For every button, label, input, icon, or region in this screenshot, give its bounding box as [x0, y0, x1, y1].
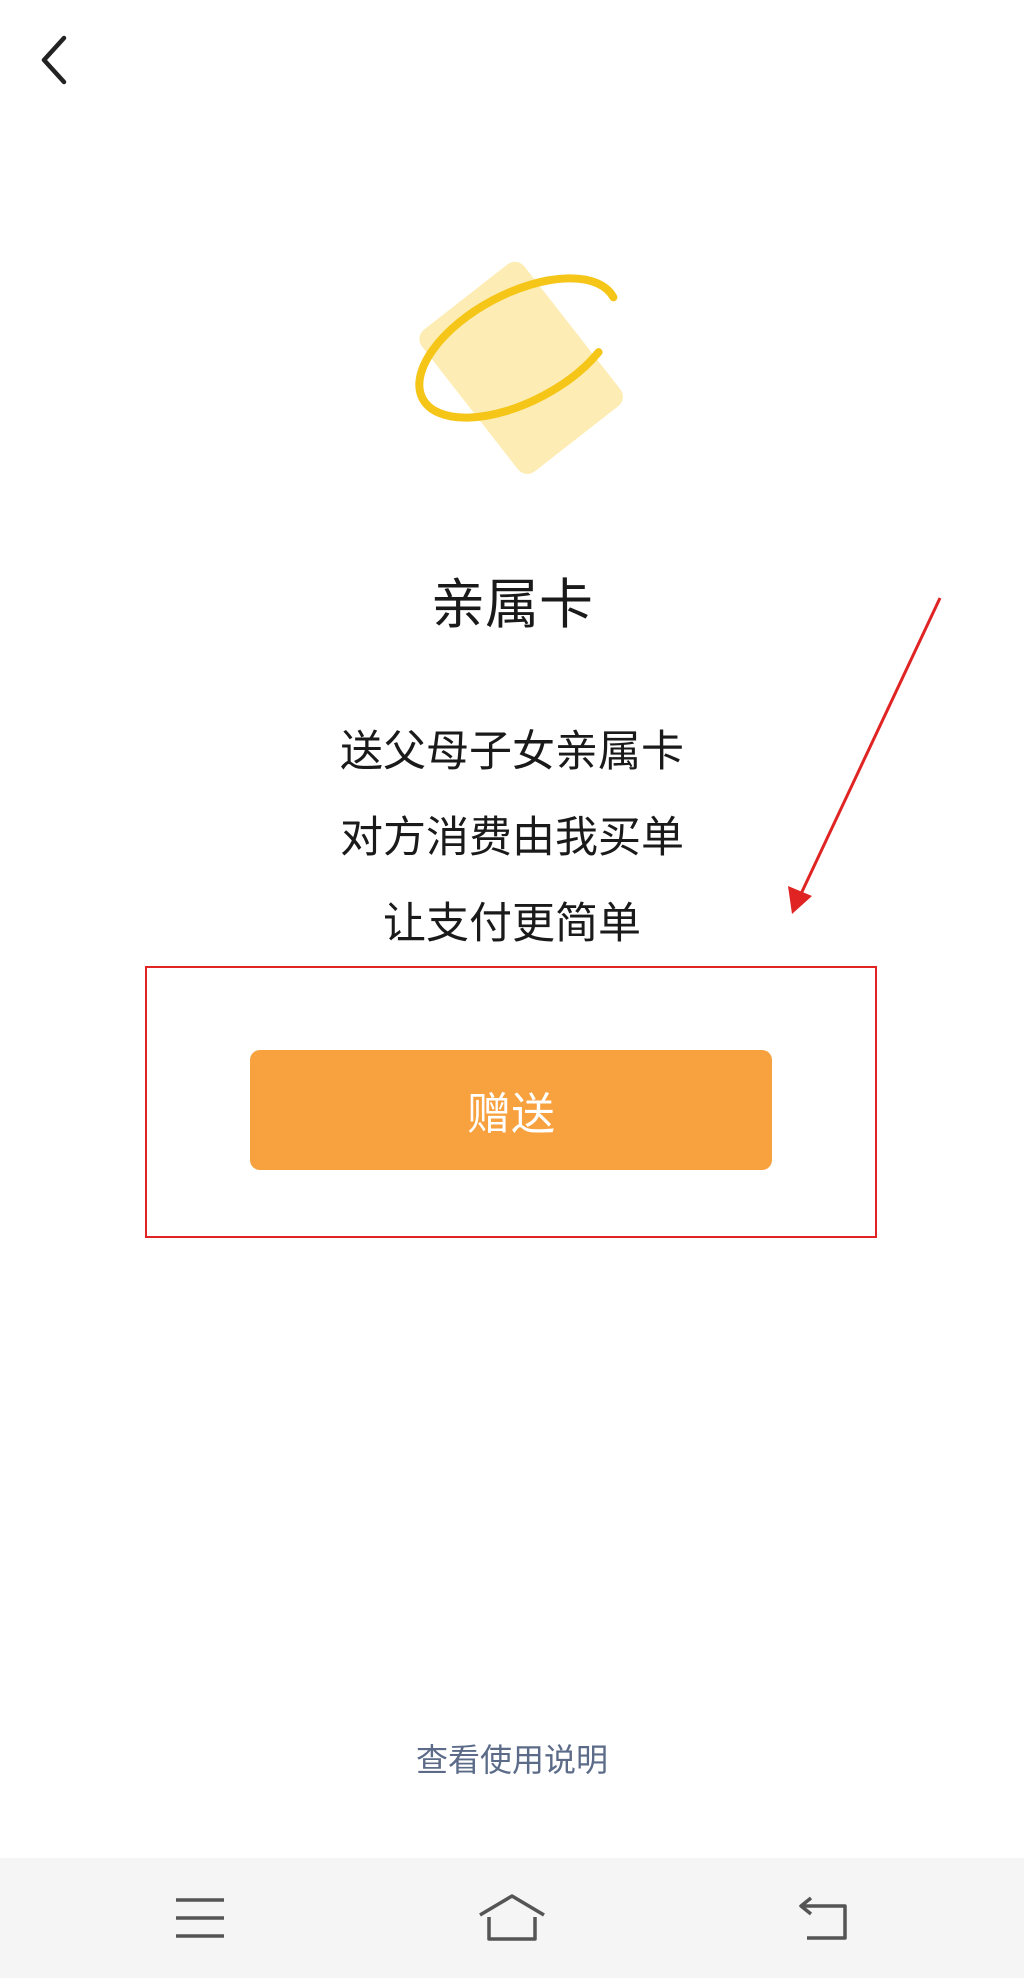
menu-icon	[176, 1898, 224, 1938]
return-icon	[799, 1896, 847, 1940]
page-title: 亲属卡	[431, 573, 593, 636]
description-line: 让支付更简单	[383, 899, 641, 949]
gift-button[interactable]: 赠送	[250, 1050, 772, 1170]
system-navigation-bar	[0, 1858, 1024, 1978]
back-button[interactable]	[24, 24, 84, 96]
usage-instructions-link[interactable]: 查看使用说明	[0, 1736, 1024, 1784]
family-card-illustration	[380, 230, 650, 490]
menu-button[interactable]	[140, 1858, 260, 1978]
home-button[interactable]	[452, 1858, 572, 1978]
description-line: 送父母子女亲属卡	[340, 727, 684, 777]
home-icon	[479, 1894, 545, 1941]
description-line: 对方消费由我买单	[340, 813, 684, 863]
card-orbit-icon	[415, 261, 623, 474]
return-button[interactable]	[764, 1858, 884, 1978]
chevron-left-icon	[41, 35, 67, 85]
